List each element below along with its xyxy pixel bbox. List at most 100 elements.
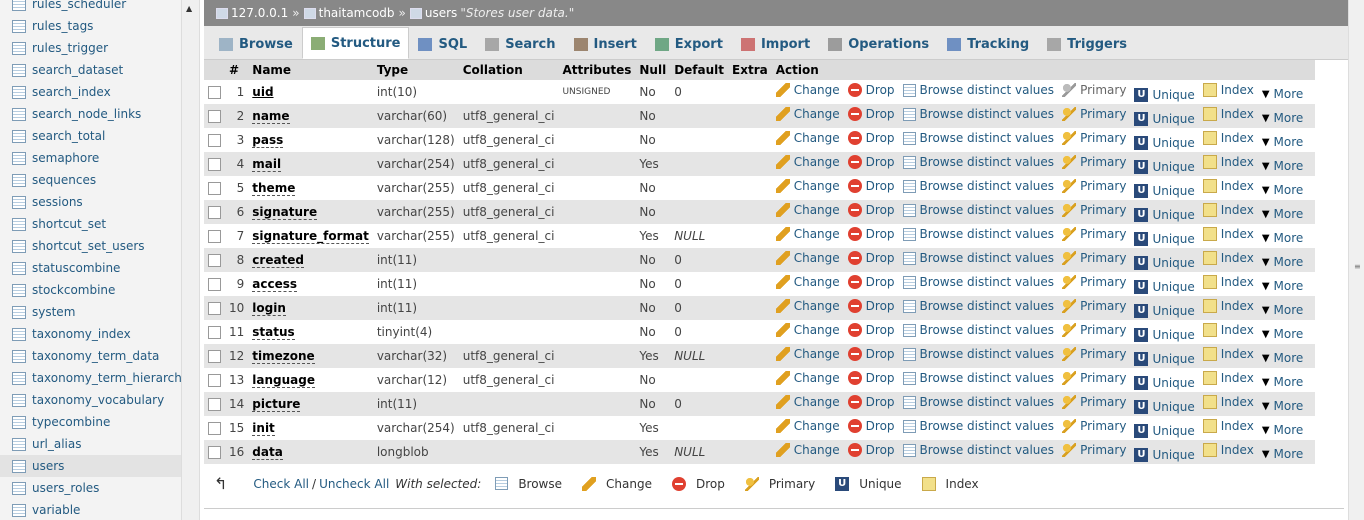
index-action[interactable]: Index bbox=[1202, 106, 1254, 121]
row-checkbox[interactable] bbox=[208, 86, 221, 99]
index-action[interactable]: Index bbox=[1202, 370, 1254, 385]
primary-action[interactable]: Primary bbox=[1062, 418, 1126, 433]
browse-distinct-values-action[interactable]: Browse distinct values bbox=[902, 371, 1054, 385]
browse-distinct-values-action[interactable]: Browse distinct values bbox=[902, 83, 1054, 97]
row-checkbox[interactable] bbox=[208, 398, 221, 411]
sidebar-item-label[interactable]: variable bbox=[32, 503, 80, 517]
row-checkbox[interactable] bbox=[208, 374, 221, 387]
index-action[interactable]: Index bbox=[1202, 322, 1254, 337]
uncheck-all-link[interactable]: Uncheck All bbox=[319, 477, 389, 491]
browse-distinct-values-action[interactable]: Browse distinct values bbox=[902, 347, 1054, 361]
primary-action[interactable]: Primary bbox=[1062, 202, 1126, 217]
sidebar-item-label[interactable]: system bbox=[32, 305, 75, 319]
primary-action[interactable]: Primary bbox=[1062, 298, 1126, 313]
column-name[interactable]: login bbox=[252, 301, 286, 316]
scroll-up-icon[interactable]: ▲ bbox=[186, 4, 192, 13]
sidebar-item-label[interactable]: users_roles bbox=[32, 481, 99, 495]
index-action[interactable]: Index bbox=[1202, 178, 1254, 193]
change-action[interactable]: Change bbox=[775, 154, 840, 169]
browse-distinct-values-action[interactable]: Browse distinct values bbox=[902, 131, 1054, 145]
unique-action[interactable]: U Unique bbox=[1134, 159, 1195, 174]
change-action[interactable]: Change bbox=[775, 106, 840, 121]
primary-action[interactable]: Primary bbox=[1062, 394, 1126, 409]
index-action[interactable]: Index bbox=[1202, 274, 1254, 289]
drop-action[interactable]: Drop bbox=[847, 442, 895, 457]
more-action[interactable]: ▼ More bbox=[1262, 375, 1303, 389]
tab-structure[interactable]: Structure bbox=[301, 27, 410, 59]
column-name[interactable]: signature_format bbox=[252, 229, 369, 244]
change-action[interactable]: Change bbox=[775, 226, 840, 241]
change-action[interactable]: Change bbox=[775, 130, 840, 145]
with-selected-unique[interactable]: U Unique bbox=[835, 476, 902, 491]
primary-action[interactable]: Primary bbox=[1062, 346, 1126, 361]
tab-triggers[interactable]: Triggers bbox=[1038, 29, 1136, 59]
drop-action[interactable]: Drop bbox=[847, 274, 895, 289]
index-action[interactable]: Index bbox=[1202, 226, 1254, 241]
browse-distinct-values-action[interactable]: Browse distinct values bbox=[902, 155, 1054, 169]
drop-action[interactable]: Drop bbox=[847, 106, 895, 121]
browse-distinct-values-action[interactable]: Browse distinct values bbox=[902, 443, 1054, 457]
change-action[interactable]: Change bbox=[775, 250, 840, 265]
primary-action[interactable]: Primary bbox=[1062, 154, 1126, 169]
browse-distinct-values-action[interactable]: Browse distinct values bbox=[902, 275, 1054, 289]
change-action[interactable]: Change bbox=[775, 346, 840, 361]
primary-action[interactable]: Primary bbox=[1062, 178, 1126, 193]
browse-distinct-values-action[interactable]: Browse distinct values bbox=[902, 203, 1054, 217]
scroll-grip-icon[interactable]: ≡ bbox=[1354, 262, 1361, 271]
browse-distinct-values-action[interactable]: Browse distinct values bbox=[902, 299, 1054, 313]
more-action[interactable]: ▼ More bbox=[1262, 207, 1303, 221]
column-name[interactable]: uid bbox=[252, 85, 273, 99]
tab-operations[interactable]: Operations bbox=[819, 29, 938, 59]
drop-action[interactable]: Drop bbox=[847, 82, 895, 97]
change-action[interactable]: Change bbox=[775, 274, 840, 289]
index-action[interactable]: Index bbox=[1202, 442, 1254, 457]
primary-action[interactable]: Primary bbox=[1062, 130, 1126, 145]
sidebar-item-label[interactable]: users bbox=[32, 459, 64, 473]
check-all-link[interactable]: Check All bbox=[253, 477, 309, 491]
row-checkbox[interactable] bbox=[208, 422, 221, 435]
change-action[interactable]: Change bbox=[775, 82, 840, 97]
row-checkbox[interactable] bbox=[208, 206, 221, 219]
more-action[interactable]: ▼ More bbox=[1262, 231, 1303, 245]
browse-distinct-values-action[interactable]: Browse distinct values bbox=[902, 227, 1054, 241]
more-action[interactable]: ▼ More bbox=[1262, 135, 1303, 149]
with-selected-primary[interactable]: Primary bbox=[744, 476, 815, 491]
sidebar-item-label[interactable]: semaphore bbox=[32, 151, 99, 165]
primary-action[interactable]: Primary bbox=[1062, 82, 1126, 97]
drop-action[interactable]: Drop bbox=[847, 394, 895, 409]
index-action[interactable]: Index bbox=[1202, 154, 1254, 169]
sidebar-item-taxonomy-vocabulary[interactable]: taxonomy_vocabulary bbox=[0, 389, 181, 411]
tab-import[interactable]: Import bbox=[732, 29, 819, 59]
sidebar-item-rules-scheduler[interactable]: rules_scheduler bbox=[0, 0, 181, 15]
browse-distinct-values-action[interactable]: Browse distinct values bbox=[902, 179, 1054, 193]
breadcrumb-database[interactable]: thaitamcodb bbox=[319, 6, 395, 20]
change-action[interactable]: Change bbox=[775, 322, 840, 337]
change-action[interactable]: Change bbox=[775, 202, 840, 217]
sidebar-item-label[interactable]: rules_scheduler bbox=[32, 0, 126, 11]
unique-action[interactable]: U Unique bbox=[1134, 87, 1195, 102]
sidebar-item-sequences[interactable]: sequences bbox=[0, 169, 181, 191]
sidebar-item-shortcut-set[interactable]: shortcut_set bbox=[0, 213, 181, 235]
column-name[interactable]: pass bbox=[252, 133, 284, 148]
sidebar-item-label[interactable]: sessions bbox=[32, 195, 83, 209]
unique-action[interactable]: U Unique bbox=[1134, 255, 1195, 270]
sidebar-item-label[interactable]: rules_trigger bbox=[32, 41, 108, 55]
sidebar-item-search-total[interactable]: search_total bbox=[0, 125, 181, 147]
sidebar-item-typecombine[interactable]: typecombine bbox=[0, 411, 181, 433]
drop-action[interactable]: Drop bbox=[847, 226, 895, 241]
row-checkbox[interactable] bbox=[208, 326, 221, 339]
browse-distinct-values-action[interactable]: Browse distinct values bbox=[902, 251, 1054, 265]
sidebar-item-label[interactable]: statuscombine bbox=[32, 261, 120, 275]
more-action[interactable]: ▼ More bbox=[1262, 423, 1303, 437]
sidebar-item-stockcombine[interactable]: stockcombine bbox=[0, 279, 181, 301]
unique-action[interactable]: U Unique bbox=[1134, 111, 1195, 126]
more-action[interactable]: ▼ More bbox=[1262, 87, 1303, 101]
column-name[interactable]: init bbox=[252, 421, 275, 436]
sidebar-item-label[interactable]: shortcut_set_users bbox=[32, 239, 145, 253]
unique-action[interactable]: U Unique bbox=[1134, 447, 1195, 462]
breadcrumb-server[interactable]: 127.0.0.1 bbox=[231, 6, 288, 20]
column-name[interactable]: theme bbox=[252, 181, 296, 196]
more-action[interactable]: ▼ More bbox=[1262, 255, 1303, 269]
drop-action[interactable]: Drop bbox=[847, 130, 895, 145]
sidebar-item-variable[interactable]: variable bbox=[0, 499, 181, 520]
